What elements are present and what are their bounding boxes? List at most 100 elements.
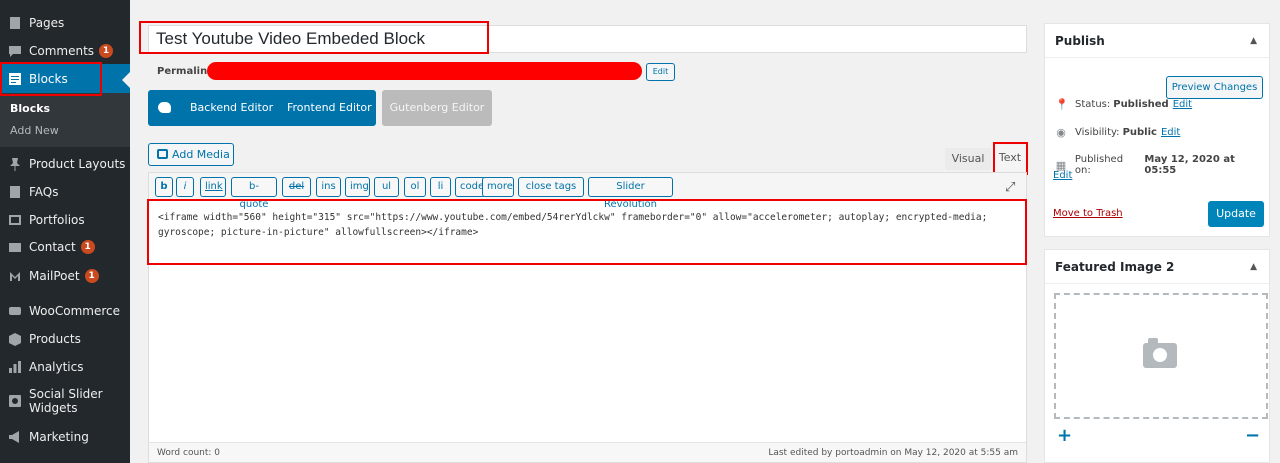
sidebar-item-products[interactable]: Products <box>0 327 130 351</box>
sidebar-item-blocks[interactable]: Blocks <box>0 64 130 94</box>
media-icon <box>157 149 168 159</box>
pin-icon <box>8 157 22 171</box>
sidebar-item-social-slider-widgets[interactable]: Social Slider Widgets <box>0 383 130 419</box>
sidebar-item-contact[interactable]: Contact 1 <box>0 235 130 259</box>
sidebar-item-faqs[interactable]: FAQs <box>0 180 130 204</box>
quicktag-b-quote-button[interactable]: b-quote <box>231 177 277 210</box>
mail-icon <box>8 240 22 254</box>
add-image-button[interactable]: + <box>1057 425 1072 446</box>
sidebar-item-woocommerce[interactable]: WooCommerce <box>0 299 130 323</box>
chart-bar-icon <box>8 360 22 374</box>
tab-visual[interactable]: Visual <box>945 148 991 170</box>
featured-image-header[interactable]: Featured Image 2 ▲ <box>1045 250 1269 284</box>
published-edit-link[interactable]: Edit <box>1053 170 1072 181</box>
move-to-trash-link[interactable]: Move to Trash <box>1053 208 1123 219</box>
pages-icon <box>8 16 22 30</box>
sidebar-item-marketing[interactable]: Marketing <box>0 425 130 449</box>
sidebar-item-label: WooCommerce <box>29 304 120 318</box>
backend-editor-button[interactable]: Backend Editor <box>190 101 273 114</box>
sidebar-item-portfolios[interactable]: Portfolios <box>0 208 130 232</box>
word-count: Word count: 0 <box>157 448 221 458</box>
status-edit-link[interactable]: Edit <box>1173 99 1192 110</box>
mailpoet-icon <box>8 269 22 283</box>
published-row: ▦ Published on: May 12, 2020 at 05:55 <box>1055 154 1269 176</box>
submenu-item-blocks[interactable]: Blocks <box>10 102 50 115</box>
builder-logo-icon <box>158 102 171 113</box>
frontend-editor-button[interactable]: Frontend Editor <box>287 101 372 114</box>
quicktag-more-button[interactable]: more <box>482 177 514 197</box>
collapse-caret-icon[interactable]: ▲ <box>1250 24 1257 58</box>
publish-title: Publish <box>1055 34 1105 48</box>
status-label: Status: <box>1075 99 1111 110</box>
sidebar-item-label: Comments <box>29 44 95 58</box>
blocks-submenu: Blocks Add New <box>0 93 130 147</box>
quicktag-li-button[interactable]: li <box>430 177 451 197</box>
admin-sidebar: Pages Comments 1 Blocks Blocks Add New Product… <box>0 0 130 463</box>
remove-image-button[interactable]: − <box>1245 425 1260 446</box>
post-title-input[interactable] <box>148 25 1027 53</box>
quicktag-i-button[interactable]: i <box>176 177 194 197</box>
sidebar-item-analytics[interactable]: Analytics <box>0 355 130 379</box>
update-button[interactable]: Update <box>1208 201 1264 227</box>
status-value: Published <box>1113 99 1169 110</box>
add-media-button[interactable]: Add Media <box>148 143 234 166</box>
pin-icon: 📍 <box>1055 98 1069 111</box>
comments-icon <box>8 44 22 58</box>
status-row: 📍 Status: Published Edit <box>1055 98 1192 111</box>
featured-image-title: Featured Image 2 <box>1055 260 1175 274</box>
notification-badge: 1 <box>84 269 99 283</box>
sidebar-item-label: Analytics <box>29 360 84 374</box>
sidebar-item-label: Contact <box>29 240 76 254</box>
sidebar-item-comments[interactable]: Comments 1 <box>0 39 130 63</box>
gutenberg-editor-button[interactable]: Gutenberg Editor <box>382 90 492 126</box>
visibility-value: Public <box>1122 127 1157 138</box>
quicktag-slider-revolution-button[interactable]: Slider Revolution <box>588 177 673 210</box>
featured-image-dropzone[interactable] <box>1054 293 1268 419</box>
quicktag-b-button[interactable]: b <box>155 177 173 197</box>
portfolio-icon <box>8 213 22 227</box>
blocks-icon <box>8 72 22 86</box>
editor-content-textarea[interactable]: <iframe width="560" height="315" src="ht… <box>158 210 1018 240</box>
sidebar-item-mailpoet[interactable]: MailPoet 1 <box>0 264 130 288</box>
sidebar-item-label: Products <box>29 332 81 346</box>
megaphone-icon <box>8 430 22 444</box>
eye-icon: ◉ <box>1056 126 1066 139</box>
quicktag-close-tags-button[interactable]: close tags <box>518 177 584 197</box>
notification-badge: 1 <box>80 240 95 254</box>
woocommerce-icon <box>8 304 22 318</box>
publish-header[interactable]: Publish ▲ <box>1045 24 1269 58</box>
collapse-caret-icon[interactable]: ▲ <box>1250 250 1257 284</box>
sidebar-item-product-layouts[interactable]: Product Layouts <box>0 152 130 176</box>
quicktag-ins-button[interactable]: ins <box>316 177 341 197</box>
published-value: May 12, 2020 at 05:55 <box>1144 154 1235 176</box>
editor-statusbar: Word count: 0 Last edited by portoadmin … <box>149 442 1026 462</box>
quicktag-link-button[interactable]: link <box>200 177 226 197</box>
quicktag-del-button[interactable]: del <box>282 177 311 197</box>
sidebar-item-label: Marketing <box>29 430 89 444</box>
published-label: Published on: <box>1074 154 1124 176</box>
instagram-icon <box>8 394 22 408</box>
sidebar-item-label: Social Slider Widgets <box>29 387 103 415</box>
tab-text[interactable]: Text <box>994 145 1026 171</box>
fullscreen-icon[interactable]: ⤢ <box>1005 180 1015 195</box>
quicktag-ol-button[interactable]: ol <box>404 177 426 197</box>
quicktag-ul-button[interactable]: ul <box>374 177 399 197</box>
add-media-label: Add Media <box>172 148 230 161</box>
camera-icon <box>1143 338 1177 368</box>
visibility-edit-link[interactable]: Edit <box>1161 127 1180 138</box>
submenu-item-add-new[interactable]: Add New <box>10 124 59 137</box>
sidebar-item-pages[interactable]: Pages <box>0 11 130 35</box>
sidebar-item-label: Portfolios <box>29 213 85 227</box>
preview-changes-button[interactable]: Preview Changes <box>1166 76 1263 99</box>
products-icon <box>8 332 22 346</box>
published-edit-row: Edit <box>1053 170 1072 181</box>
sidebar-item-label: FAQs <box>29 185 59 199</box>
quicktag-img-button[interactable]: img <box>345 177 370 197</box>
visibility-row: ◉ Visibility: Public Edit <box>1055 126 1180 139</box>
sidebar-item-label: MailPoet <box>29 269 80 283</box>
permalink-edit-button[interactable]: Edit <box>646 63 675 81</box>
notification-badge: 1 <box>99 44 114 58</box>
visibility-label: Visibility: <box>1075 127 1120 138</box>
quicktags-toolbar: b i link b-quote del ins img ul ol li code more clos… <box>149 173 1026 210</box>
sidebar-item-label: Product Layouts <box>29 157 126 171</box>
